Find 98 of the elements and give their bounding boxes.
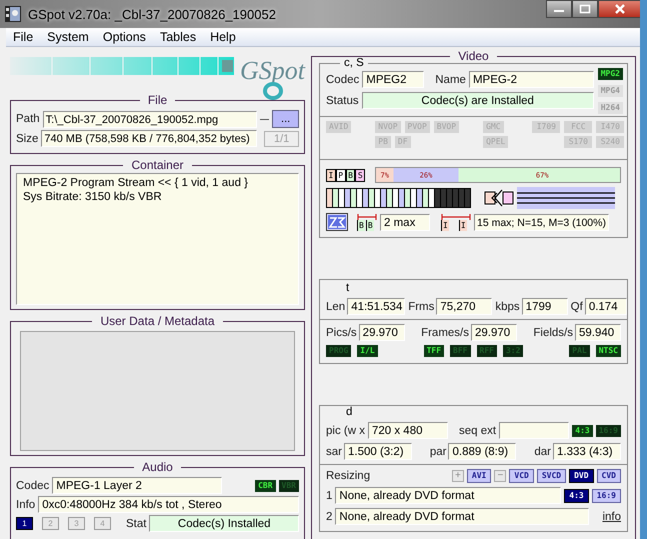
app-logo: GSpot [240, 56, 305, 85]
menu-item[interactable]: Options [96, 30, 153, 44]
format-button[interactable]: AVI [466, 469, 492, 483]
b-frames-field: 2 max [380, 214, 430, 230]
format-button[interactable]: DVD [569, 469, 594, 483]
aspect-button[interactable]: 16:9 [592, 488, 621, 502]
span-arrow-icon [441, 214, 471, 220]
maximize-button[interactable] [572, 0, 598, 18]
span-arrow-icon [357, 214, 377, 220]
field-label: Name [435, 74, 466, 86]
field-label: sar [326, 446, 342, 458]
audio-codec-field: MPEG-1 Layer 2 [52, 477, 222, 494]
aspect-button[interactable]: 4:3 [564, 488, 589, 502]
timing-field: 1799 [522, 298, 568, 315]
timing-field: 75,270 [436, 298, 492, 315]
frame-mark: B [366, 220, 374, 230]
film-icon [4, 5, 22, 23]
group-title: Video [457, 49, 490, 63]
codec-indicator: MPG2 [598, 68, 623, 80]
picture-size-field: 720 x 480 [368, 422, 448, 439]
field-label: Info [16, 498, 36, 511]
codec-name-field: MPEG-2 [468, 71, 594, 88]
browse-button[interactable]: ... [272, 110, 300, 128]
group-title: Audio [141, 460, 174, 474]
container-info-line: Sys Bitrate: 3150 kb/s VBR [23, 190, 163, 204]
field-label: Size [16, 132, 38, 145]
scan-indicator: I/L [357, 345, 378, 357]
frame-type-label: P [336, 168, 346, 182]
field-label: Path [16, 113, 40, 126]
field-label: Len [326, 300, 346, 312]
scan-indicator: NTSC [596, 345, 621, 357]
field-label: Fields/s [533, 326, 573, 338]
rate-field: 29.970 [358, 324, 405, 341]
aspect-indicator: 4:3 [572, 424, 593, 436]
rate-field: 29.970 [470, 324, 517, 341]
frame-mark: B [357, 220, 365, 230]
field-label: Pics/s [326, 326, 357, 338]
rate-indicator: CBR [255, 480, 276, 492]
field-label: Codec [16, 480, 50, 492]
path-field[interactable]: T:\_Cbl-37_20070826_190052.mpg [42, 110, 257, 128]
audio-status-field: Codec(s) Installed [149, 515, 299, 532]
ring-icon [262, 81, 284, 101]
field-label: dar [534, 446, 551, 458]
seq-ext-field [499, 422, 570, 439]
group-title: Container [130, 158, 185, 172]
codec-status-field: Codec(s) are Installed [362, 92, 594, 109]
frame-type-label: I [326, 168, 336, 182]
menu-item[interactable]: Help [203, 30, 243, 44]
field-label: seq ext [458, 424, 496, 436]
gop-field: 15 max; N=15, M=3 (100%) [474, 214, 609, 230]
frame-type-label: B [346, 168, 356, 182]
format-button[interactable]: CVD [596, 469, 621, 483]
codec-indicator: MPG4 [598, 85, 623, 97]
group-title: c, S [340, 57, 368, 69]
timing-field: 41:51.534 [347, 298, 406, 315]
field-label: pic (w x [326, 424, 365, 436]
rate-field: 59.940 [575, 324, 621, 341]
maximize-icon [579, 4, 591, 14]
window-title: GSpot v2.70a: _Cbl-37_20070826_190052 [28, 6, 276, 22]
field-label: Qf [570, 300, 583, 312]
scan-indicator: TFF [424, 345, 444, 357]
close-button[interactable] [598, 0, 640, 18]
ratio-field: 1.500 (3:2) [344, 443, 412, 460]
menu-item[interactable]: Tables [152, 30, 204, 44]
row-number: 2 [326, 510, 332, 522]
group-title: File [146, 93, 168, 108]
minimize-button[interactable] [546, 0, 572, 18]
close-icon [614, 4, 626, 14]
format-button[interactable]: VCD [509, 469, 534, 483]
field-label: Status [326, 94, 359, 106]
info-link[interactable]: info [602, 510, 621, 522]
container-info-line: MPEG-2 Program Stream << { 1 vid, 1 aud } [23, 176, 249, 190]
ratio-field: 0.889 (8:9) [448, 443, 516, 460]
group-title: User Data / Metadata [99, 314, 216, 328]
field-order-icon [484, 189, 514, 207]
menu-item[interactable]: System [40, 30, 96, 44]
field-label: Stat [126, 518, 146, 530]
field-label: par [430, 446, 446, 458]
row-number: 1 [326, 490, 332, 502]
frame-mark: I [441, 220, 449, 230]
field-label: kbps [495, 300, 520, 312]
codec-indicator: H264 [598, 102, 623, 114]
field-label: Resizing [326, 470, 370, 482]
frame-type-label: S [355, 168, 366, 182]
ratio-field: 1.333 (4:3) [552, 443, 621, 460]
frame-mark: I [458, 220, 467, 230]
menu-item[interactable]: File [6, 30, 40, 44]
field-label: Frms [408, 300, 434, 312]
video-codec-field: MPEG2 [362, 71, 424, 88]
stream-button[interactable]: 1 [16, 517, 33, 530]
field-label: Codec [326, 74, 360, 86]
format-button[interactable]: SVCD [536, 469, 566, 483]
timing-field: 0.174 [584, 298, 627, 315]
size-field: 740 MB (758,598 KB / 776,804,352 bytes) [41, 130, 258, 148]
field-label: Frames/s [421, 326, 469, 338]
audio-info-field: 0xc0:48000Hz 384 kb/s tot , Stereo [38, 496, 299, 514]
resize-result-field: None, already DVD format [335, 487, 562, 504]
resize-result-field: None, already DVD format [335, 508, 590, 525]
